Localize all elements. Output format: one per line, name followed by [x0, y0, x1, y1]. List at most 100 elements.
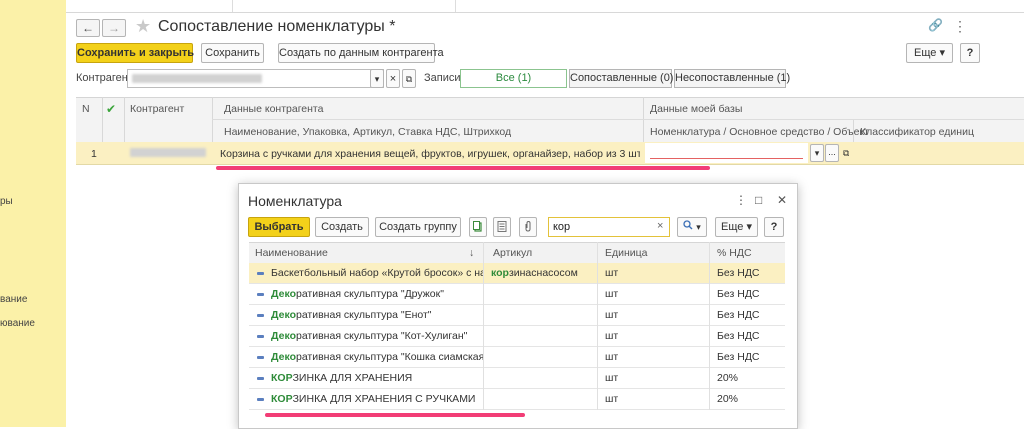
- nomenclature-dialog: Номенклатура ⋮ □ ✕ Выбрать Создать Созда…: [238, 183, 798, 429]
- annotation-underline: [216, 166, 710, 170]
- nomenclature-open-icon[interactable]: ⧉: [843, 148, 849, 159]
- left-panel-fragment[interactable]: ювание: [0, 318, 35, 329]
- item-name: КОРЗИНКА ДЛЯ ХРАНЕНИЯ С РУЧКАМИ: [271, 393, 476, 405]
- more-label: Еще: [914, 47, 937, 59]
- item-name: Декоративная скульптура "Дружок": [271, 288, 444, 300]
- copy-icon[interactable]: [469, 217, 487, 237]
- item-name: Декоративная скульптура "Кошка сиамская": [271, 351, 483, 363]
- item-unit: шт: [605, 309, 619, 321]
- item-vat: Без НДС: [717, 309, 760, 321]
- sort-desc-icon[interactable]: ↓: [469, 247, 474, 259]
- item-icon: [257, 398, 264, 401]
- forward-button[interactable]: →: [102, 19, 126, 37]
- required-field-underline: [650, 158, 803, 159]
- search-button[interactable]: ▾: [677, 217, 707, 237]
- table-row[interactable]: Декоративная скульптура "Дружок" шт Без …: [249, 284, 785, 305]
- window-menu-icon[interactable]: ⋮: [953, 18, 967, 35]
- attachment-icon[interactable]: [519, 217, 537, 237]
- partner-item-description: Корзина с ручками для хранения вещей, фр…: [220, 148, 640, 160]
- link-icon[interactable]: 🔗: [928, 18, 943, 32]
- column-header-article[interactable]: Артикул: [493, 247, 532, 259]
- filter-all-toggle[interactable]: Все (1): [460, 69, 567, 88]
- divider: [597, 242, 598, 410]
- column-header-partner-details[interactable]: Наименование, Упаковка, Артикул, Ставка …: [224, 126, 511, 138]
- nomenclature-dropdown-icon[interactable]: ▾: [810, 144, 824, 162]
- more-button[interactable]: Еще ▾: [906, 43, 953, 63]
- item-vat: Без НДС: [717, 330, 760, 342]
- check-icon[interactable]: ✔: [106, 102, 116, 116]
- divider: [483, 242, 484, 410]
- dialog-menu-icon[interactable]: ⋮: [735, 193, 747, 207]
- divider: [232, 0, 233, 12]
- item-vat: 20%: [717, 393, 739, 405]
- blurred-partner-name: [132, 74, 262, 83]
- create-group-button[interactable]: Создать группу: [375, 217, 461, 237]
- item-vat: Без НДС: [717, 288, 760, 300]
- left-navigation-panel: ры вание ювание: [0, 0, 66, 427]
- table-row[interactable]: Декоративная скульптура "Енот" шт Без НД…: [249, 305, 785, 326]
- select-button[interactable]: Выбрать: [248, 217, 310, 237]
- item-vat: Без НДС: [717, 267, 760, 279]
- item-icon: [257, 314, 264, 317]
- annotation-underline: [265, 413, 525, 417]
- divider: [709, 242, 710, 410]
- table-row[interactable]: Декоративная скульптура "Кот-Хулиган" шт…: [249, 326, 785, 347]
- column-header-name[interactable]: Наименование: [255, 247, 328, 259]
- column-header-unit[interactable]: Единица: [605, 247, 648, 259]
- table-row[interactable]: КОРЗИНКА ДЛЯ ХРАНЕНИЯ С РУЧКАМИ шт 20%: [249, 389, 785, 410]
- maximize-icon[interactable]: □: [755, 193, 762, 207]
- row-number: 1: [91, 148, 97, 160]
- close-icon[interactable]: ✕: [777, 193, 787, 207]
- nomenclature-choose-button[interactable]: ...: [825, 144, 839, 162]
- item-vat: Без НДС: [717, 351, 760, 363]
- dialog-more-button[interactable]: Еще ▾: [715, 217, 758, 237]
- save-button[interactable]: Сохранить: [201, 43, 264, 63]
- item-vat: 20%: [717, 372, 739, 384]
- table-row[interactable]: КОРЗИНКА ДЛЯ ХРАНЕНИЯ шт 20%: [249, 368, 785, 389]
- nomenclature-input[interactable]: [645, 143, 808, 163]
- favorite-star-icon[interactable]: ★: [135, 16, 151, 37]
- table-row[interactable]: Декоративная скульптура "Кошка сиамская"…: [249, 347, 785, 368]
- page-title: Сопоставление номенклатуры *: [158, 18, 396, 35]
- column-header-n[interactable]: N: [82, 103, 90, 115]
- partner-dropdown-icon[interactable]: ▾: [370, 69, 384, 88]
- table-row[interactable]: Баскетбольный набор «Крутой бросок» с на…: [249, 263, 785, 284]
- item-unit: шт: [605, 267, 619, 279]
- column-header-units-classifier[interactable]: Классификатор единиц: [860, 126, 974, 138]
- save-and-close-button[interactable]: Сохранить и закрыть: [76, 43, 194, 63]
- search-input[interactable]: кор: [548, 217, 670, 237]
- search-clear-icon[interactable]: ×: [657, 220, 663, 232]
- back-button[interactable]: ←: [76, 19, 100, 37]
- column-header-partner[interactable]: Контрагент: [130, 103, 184, 115]
- column-header-vat[interactable]: % НДС: [717, 247, 752, 259]
- column-group-my-data: Данные моей базы: [650, 103, 743, 115]
- left-panel-fragment[interactable]: ры: [0, 196, 13, 207]
- left-panel-fragment[interactable]: вание: [0, 294, 27, 305]
- divider: [455, 0, 456, 12]
- partner-clear-icon[interactable]: ×: [386, 69, 400, 88]
- partner-open-icon[interactable]: ⧉: [402, 69, 416, 88]
- item-article: корзинаснасосом: [491, 267, 578, 279]
- nomenclature-table-header: Наименование ↓ Артикул Единица % НДС: [249, 242, 785, 265]
- item-name: КОРЗИНКА ДЛЯ ХРАНЕНИЯ: [271, 372, 413, 384]
- item-unit: шт: [605, 372, 619, 384]
- item-icon: [257, 293, 264, 296]
- filter-matched-toggle[interactable]: Сопоставленные (0): [569, 69, 673, 88]
- item-unit: шт: [605, 288, 619, 300]
- partner-field[interactable]: [127, 69, 384, 88]
- column-header-my-nomenclature[interactable]: Номенклатура / Основное средство / Объек…: [650, 126, 869, 138]
- chevron-down-icon: ▾: [746, 221, 752, 233]
- item-name: Декоративная скульптура "Кот-Хулиган": [271, 330, 468, 342]
- create-button[interactable]: Создать: [315, 217, 369, 237]
- create-from-partner-button[interactable]: Создать по данным контрагента: [278, 43, 444, 63]
- dialog-help-button[interactable]: ?: [764, 217, 784, 237]
- item-unit: шт: [605, 330, 619, 342]
- item-unit: шт: [605, 351, 619, 363]
- list-icon[interactable]: [493, 217, 511, 237]
- item-icon: [257, 272, 264, 275]
- filter-unmatched-toggle[interactable]: Несопоставленные (1): [674, 69, 790, 88]
- help-button[interactable]: ?: [960, 43, 980, 63]
- item-name: Баскетбольный набор «Крутой бросок» с на…: [271, 267, 483, 279]
- header-subdivider: [212, 119, 1024, 120]
- blurred-partner-cell: [130, 148, 206, 157]
